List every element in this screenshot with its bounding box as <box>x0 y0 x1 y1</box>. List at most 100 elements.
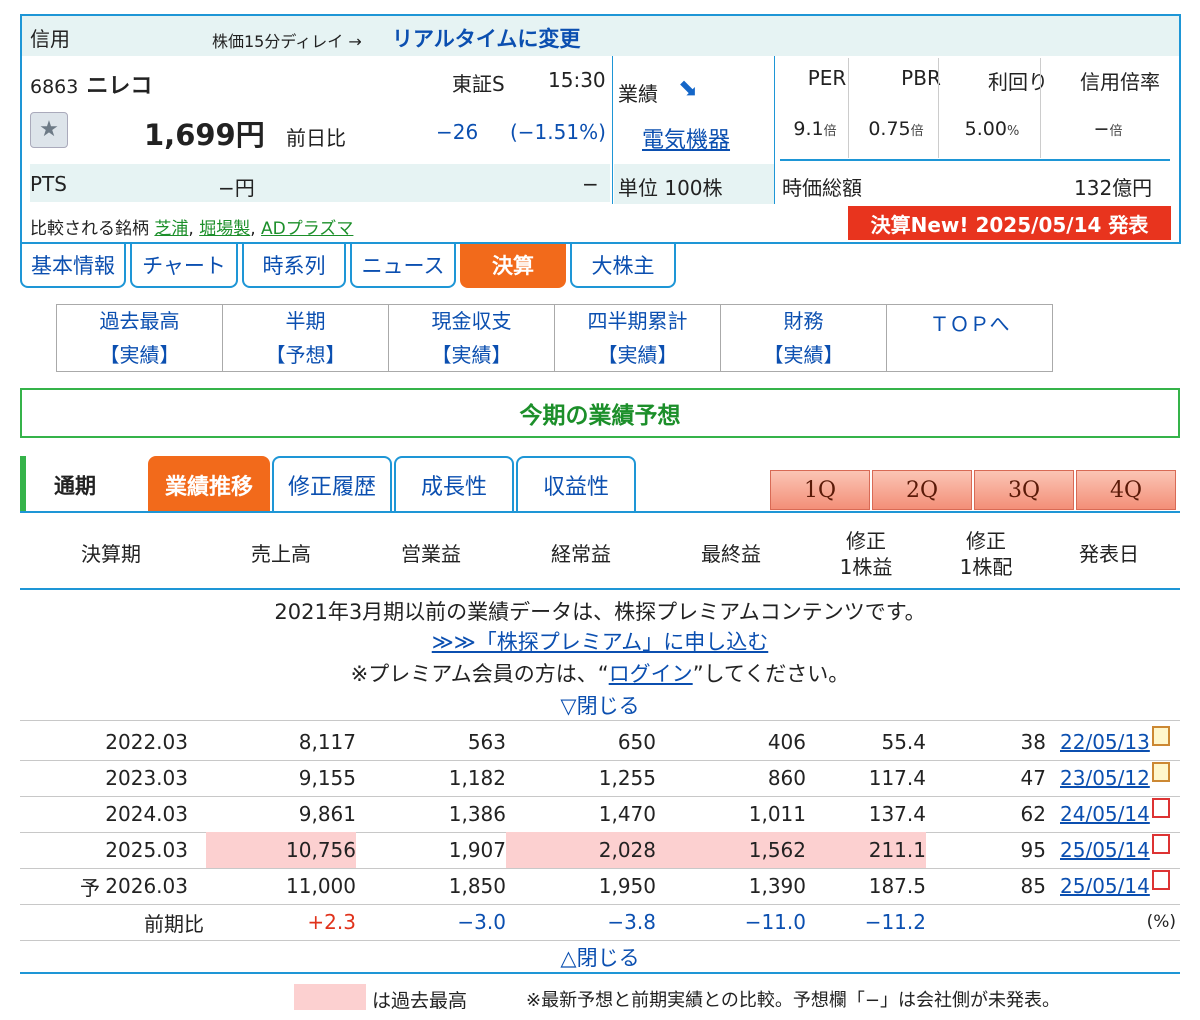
sector-link[interactable]: 電気機器 <box>642 122 730 154</box>
divider <box>848 58 849 158</box>
price-change: −26 <box>436 120 479 144</box>
tab-revision-history[interactable]: 修正履歴 <box>272 456 392 512</box>
quarter-4q-button[interactable]: 4Q <box>1076 470 1176 510</box>
period-label: 通期 <box>54 474 96 498</box>
table-cell-sales: 8,117 <box>298 730 356 754</box>
close-button-bottom[interactable]: △閉じる <box>20 942 1180 972</box>
table-cell-net-record: 1,562 <box>656 832 806 868</box>
legend-text: は過去最高 <box>372 990 468 1012</box>
yoy-net: −11.0 <box>744 910 806 934</box>
pts-price: −円 <box>218 176 255 200</box>
table-cell-sales: 9,155 <box>298 766 356 790</box>
yield-header: 利回り <box>988 70 1048 94</box>
table-cell-dividend: 38 <box>1020 730 1046 754</box>
favorite-button[interactable]: ★ <box>30 112 68 148</box>
table-cell-sales-record: 10,756 <box>206 832 356 868</box>
table-cell-sales: 9,861 <box>298 802 356 826</box>
table-cell-date[interactable]: 25/05/14 <box>1060 868 1180 904</box>
stock-code: 6863 <box>30 76 79 98</box>
per-header: PER <box>807 66 847 90</box>
table-cell-net: 1,390 <box>748 874 806 898</box>
subnav-top[interactable]: ＴＯＰへ <box>887 305 1052 371</box>
stock-name: ニレコ <box>86 74 153 99</box>
tab-chart[interactable]: チャート <box>130 244 238 288</box>
tab-major-holders[interactable]: 大株主 <box>570 244 676 288</box>
trading-unit: 単位 100株 <box>618 172 723 201</box>
yoy-sales: +2.3 <box>307 910 356 934</box>
login-message: ※プレミアム会員の方は、“ログイン”してください。 <box>350 662 850 686</box>
table-cell-net: 406 <box>767 730 806 754</box>
close-button-top[interactable]: ▽閉じる <box>20 690 1180 720</box>
quarter-3q-button[interactable]: 3Q <box>974 470 1074 510</box>
market-cap-value: 132億円 <box>1074 176 1153 200</box>
divider <box>20 588 1180 590</box>
divider <box>20 940 1180 941</box>
tab-growth[interactable]: 成長性 <box>394 456 514 512</box>
table-cell-date[interactable]: 22/05/13 <box>1060 724 1180 760</box>
unit-value: 100株 <box>664 176 723 200</box>
star-icon: ★ <box>39 117 59 142</box>
subnav-half-year[interactable]: 半期 【予想】 <box>223 305 389 371</box>
tab-results-trend[interactable]: 業績推移 <box>148 456 270 512</box>
compare-link[interactable]: ADプラズマ <box>261 219 353 239</box>
earnings-badge[interactable]: 決算New! 2025/05/14 発表 <box>848 206 1171 240</box>
yoy-eps: −11.2 <box>864 910 926 934</box>
tab-earnings[interactable]: 決算 <box>460 244 566 288</box>
delay-notice: 株価15分ディレイ → <box>212 32 362 51</box>
table-cell-date[interactable]: 25/05/14 <box>1060 832 1180 868</box>
pdf-icon[interactable] <box>1151 798 1170 818</box>
quarter-2q-button[interactable]: 2Q <box>872 470 972 510</box>
table-cell-operating: 1,907 <box>448 838 506 862</box>
subnav-cash-flow[interactable]: 現金収支 【実績】 <box>389 305 555 371</box>
calendar-icon[interactable] <box>1151 762 1170 782</box>
compare-link[interactable]: 堀場製 <box>199 219 250 239</box>
compare-link[interactable]: 芝浦 <box>154 219 188 239</box>
table-cell-ordinary: 1,255 <box>598 766 656 790</box>
quote-time: 15:30 <box>548 68 606 92</box>
divider <box>774 56 775 204</box>
unit-label: 単位 <box>618 176 658 200</box>
table-cell-net: 1,011 <box>748 802 806 826</box>
subnav-financial[interactable]: 財務 【実績】 <box>721 305 887 371</box>
table-cell-date[interactable]: 23/05/12 <box>1060 760 1180 796</box>
pdf-icon[interactable] <box>1151 834 1170 854</box>
tab-basic-info[interactable]: 基本情報 <box>20 244 126 288</box>
table-cell-ordinary-record: 2,028 <box>506 832 656 868</box>
period-marker <box>20 456 26 512</box>
market-cap-label: 時価総額 <box>782 176 862 200</box>
divider <box>20 720 1180 721</box>
table-cell-sales: 11,000 <box>286 874 356 898</box>
table-cell-date[interactable]: 24/05/14 <box>1060 796 1180 832</box>
section-title: 今期の業績予想 <box>20 388 1180 438</box>
pts-bar <box>30 164 610 202</box>
subnav-record-high[interactable]: 過去最高 【実績】 <box>57 305 223 371</box>
login-link[interactable]: ログイン <box>609 662 693 686</box>
yoy-operating: −3.0 <box>457 910 506 934</box>
pbr-value: 0.75倍 <box>868 118 924 140</box>
table-cell-operating: 1,182 <box>448 766 506 790</box>
tab-time-series[interactable]: 時系列 <box>242 244 346 288</box>
calendar-icon[interactable] <box>1151 726 1170 746</box>
compare-label: 比較される銘柄 <box>30 219 149 239</box>
quarter-1q-button[interactable]: 1Q <box>770 470 870 510</box>
per-value: 9.1倍 <box>793 118 837 140</box>
table-cell-eps: 137.4 <box>868 802 926 826</box>
prev-day-label: 前日比 <box>286 126 346 150</box>
down-trend-arrow-icon: ⬊ <box>678 74 699 102</box>
realtime-link[interactable]: リアルタイムに変更 <box>392 23 580 53</box>
tab-profitability[interactable]: 収益性 <box>516 456 636 512</box>
table-cell-ordinary: 1,950 <box>598 874 656 898</box>
premium-link[interactable]: ≫≫「株探プレミアム」に申し込む <box>20 626 1180 656</box>
table-cell-ordinary: 1,470 <box>598 802 656 826</box>
tab-news[interactable]: ニュース <box>350 244 456 288</box>
table-cell-eps: 187.5 <box>868 874 926 898</box>
table-cell-ordinary: 650 <box>617 730 656 754</box>
pdf-icon[interactable] <box>1151 870 1170 890</box>
table-cell-eps: 55.4 <box>881 730 926 754</box>
table-cell-eps: 117.4 <box>868 766 926 790</box>
table-cell-period: 2023.03 <box>105 766 188 790</box>
divider <box>20 972 1180 974</box>
col-header-sales: 売上高 <box>251 542 311 566</box>
subnav-quarterly[interactable]: 四半期累計 【実績】 <box>555 305 721 371</box>
divider <box>20 511 1180 513</box>
